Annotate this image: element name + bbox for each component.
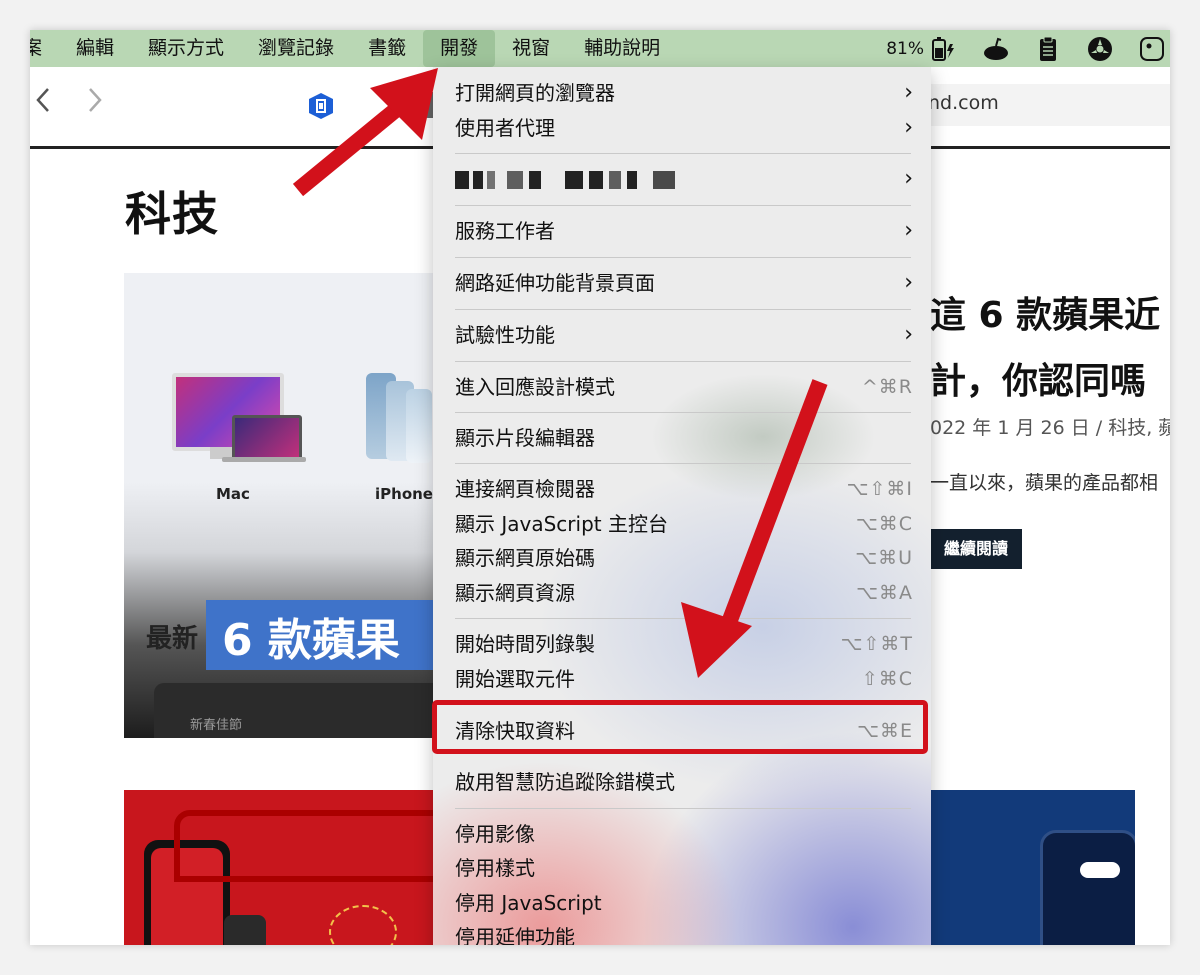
annotation-arrows — [292, 68, 828, 678]
screenshot-frame: 案 編輯 顯示方式 瀏覽記錄 書籤 開發 視窗 輔助說明 81% nd.com … — [30, 30, 1170, 945]
arrow-to-develop-menu — [292, 68, 438, 197]
arrow-to-empty-caches — [681, 379, 828, 678]
